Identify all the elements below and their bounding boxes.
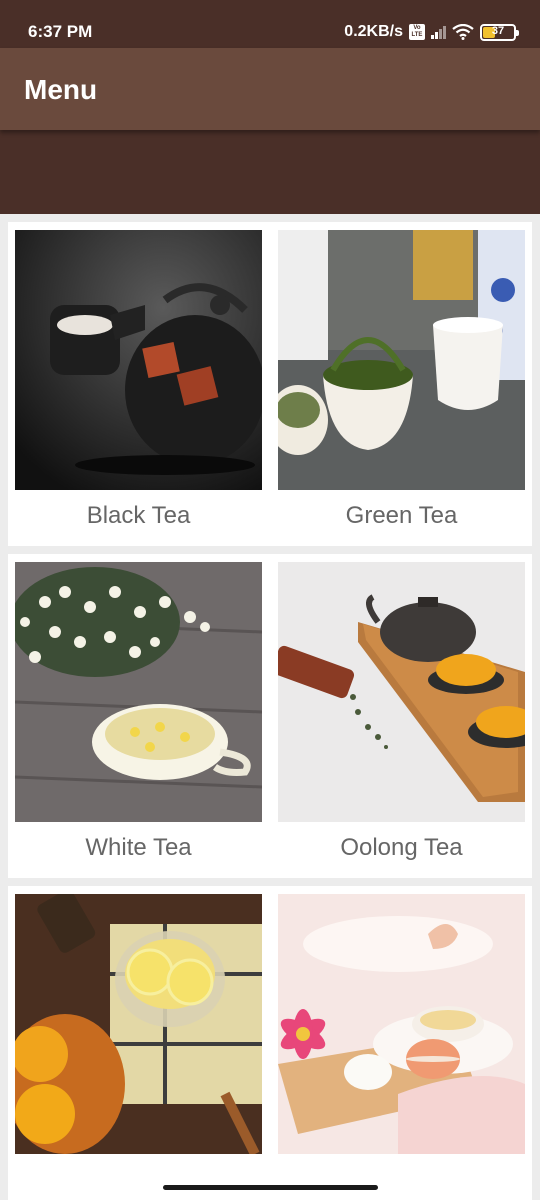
menu-item-label: Green Tea (345, 502, 458, 529)
menu-card-white-tea[interactable]: White Tea (15, 562, 262, 878)
menu-grid: Black Tea Green Tea White Tea Oolong Tea (8, 222, 532, 1200)
status-bar: 6:37 PM 0.2KB/s Vo LTE 37 (0, 0, 540, 48)
menu-card-lemon-tea[interactable] (15, 894, 262, 1200)
gesture-nav-handle[interactable] (163, 1185, 378, 1190)
app-bar: Menu (0, 48, 540, 130)
status-indicators: 0.2KB/s Vo LTE 37 (344, 20, 519, 44)
green-tea-image (278, 230, 525, 490)
menu-card-green-tea[interactable]: Green Tea (278, 230, 525, 546)
page-title: Menu (24, 74, 98, 105)
menu-card-black-tea[interactable]: Black Tea (15, 230, 262, 546)
menu-row: Black Tea Green Tea (8, 222, 532, 546)
lemon-tea-image (15, 894, 262, 1154)
menu-row (8, 886, 532, 1200)
battery-icon: 37 (480, 23, 519, 41)
volte-icon: Vo LTE (409, 24, 425, 40)
white-tea-image (15, 562, 262, 822)
black-tea-image (15, 230, 262, 490)
menu-item-label: Black Tea (86, 502, 191, 529)
header-banner (0, 130, 540, 214)
menu-item-label: Oolong Tea (340, 834, 463, 861)
flower-tea-image (278, 894, 525, 1154)
oolong-tea-image (278, 562, 525, 822)
menu-card-flower-tea[interactable] (278, 894, 525, 1200)
menu-item-label: White Tea (85, 834, 192, 861)
network-speed: 0.2KB/s (344, 23, 403, 40)
menu-card-oolong-tea[interactable]: Oolong Tea (278, 562, 525, 878)
battery-level: 37 (491, 24, 505, 37)
wifi-icon (452, 24, 474, 40)
status-time: 6:37 PM (28, 22, 93, 41)
menu-row: White Tea Oolong Tea (8, 554, 532, 878)
signal-icon (431, 25, 446, 39)
